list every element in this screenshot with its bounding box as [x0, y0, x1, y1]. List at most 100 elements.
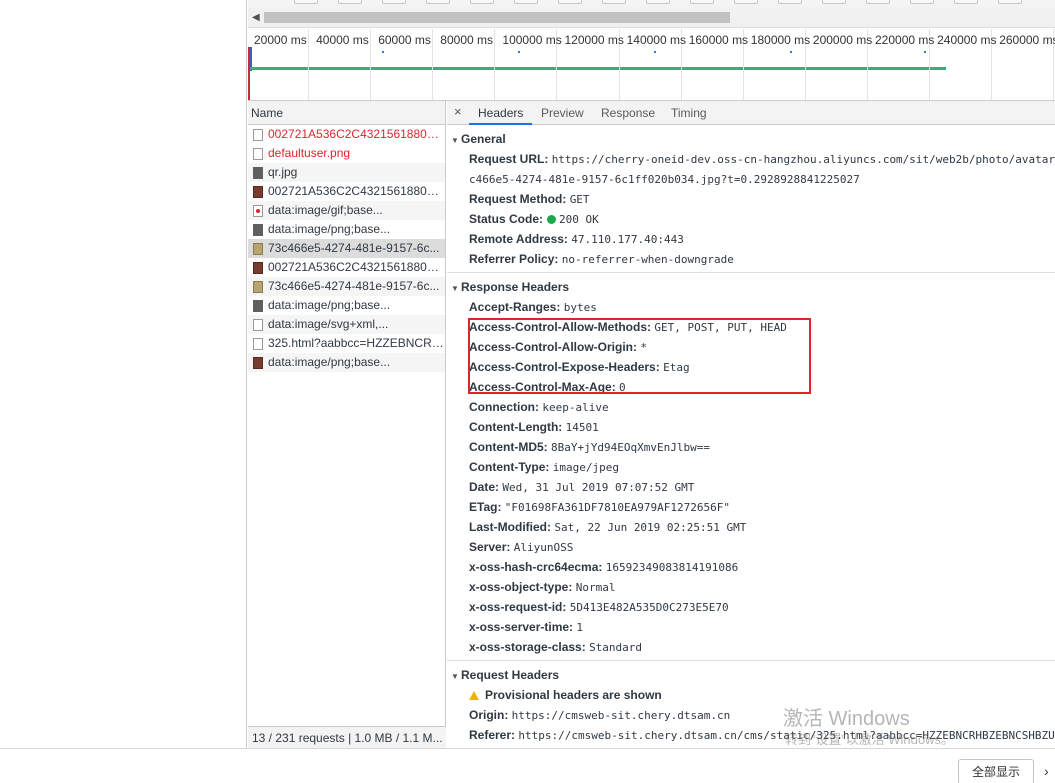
request-name: data:image/svg+xml,... — [268, 317, 389, 331]
scroll-left-arrow-icon[interactable]: ◀ — [252, 12, 260, 23]
header-row: Remote Address: 47.110.177.40:443 — [447, 229, 1055, 249]
toolbar-button[interactable] — [426, 0, 450, 4]
tab-preview[interactable]: Preview — [541, 101, 584, 125]
header-key: Access-Control-Allow-Origin: — [469, 340, 638, 354]
show-all-button[interactable]: 全部显示 — [958, 759, 1034, 783]
header-row: ETag: "F01698FA361DF7810EA979AF1272656F" — [447, 497, 1055, 517]
image-icon — [253, 186, 263, 198]
header-value: https://cmsweb-sit.chery.dtsam.cn — [511, 709, 731, 722]
request-name: data:image/png;base... — [268, 355, 391, 369]
header-key: x-oss-server-time: — [469, 620, 574, 634]
toolbar-button[interactable] — [470, 0, 494, 4]
request-timing-bar — [250, 67, 946, 70]
toolbar-button[interactable] — [910, 0, 934, 4]
toolbar-button[interactable] — [866, 0, 890, 4]
image-icon — [253, 281, 263, 293]
gif-icon — [253, 205, 263, 217]
response-headers-section-title[interactable]: ▼ Response Headers — [447, 277, 1055, 297]
header-value: GET — [569, 193, 590, 206]
header-value: 5D413E482A535D0C273E5E70 — [569, 601, 729, 614]
header-key: Server: — [469, 540, 511, 554]
toolbar-button[interactable] — [954, 0, 978, 4]
detail-tabbar: × Headers Preview Response Timing — [447, 101, 1055, 125]
document-icon — [253, 129, 263, 141]
triangle-down-icon: ▼ — [451, 284, 459, 293]
toolbar-button[interactable] — [514, 0, 538, 4]
image-icon — [253, 357, 263, 369]
toolbar-button[interactable] — [734, 0, 758, 4]
request-row[interactable]: 002721A536C2C432156188015... — [248, 125, 445, 144]
request-row[interactable]: data:image/gif;base... — [248, 201, 445, 220]
image-icon — [253, 243, 263, 255]
header-row: Access-Control-Allow-Origin: * — [447, 337, 1055, 357]
toolbar-button[interactable] — [778, 0, 802, 4]
request-row[interactable]: data:image/png;base... — [248, 296, 445, 315]
chevron-right-icon[interactable]: › — [1044, 763, 1049, 779]
header-key: Request URL: — [469, 152, 549, 166]
request-name: 325.html?aabbcc=HZZEBNCRH... — [268, 336, 445, 350]
close-icon[interactable]: × — [454, 104, 462, 119]
provisional-warning: Provisional headers are shown — [447, 685, 1055, 705]
timeline-tick-label: 60000 ms — [378, 33, 431, 47]
header-row: Accept-Ranges: bytes — [447, 297, 1055, 317]
tab-headers[interactable]: Headers — [469, 101, 533, 125]
header-row: Date: Wed, 31 Jul 2019 07:07:52 GMT — [447, 477, 1055, 497]
scrollbar-thumb[interactable] — [264, 12, 730, 23]
request-summary-footer: 13 / 231 requests | 1.0 MB / 1.1 M... — [248, 726, 446, 748]
toolbar-button[interactable] — [382, 0, 406, 4]
windows-activation-watermark: 激活 Windows — [783, 708, 910, 730]
request-headers-section-title[interactable]: ▼ Request Headers — [447, 665, 1055, 685]
toolbar-button[interactable] — [558, 0, 582, 4]
request-row[interactable]: data:image/png;base... — [248, 220, 445, 239]
request-name: 002721A536C2C432156188015... — [268, 127, 445, 141]
header-row: Access-Control-Allow-Methods: GET, POST,… — [447, 317, 1055, 337]
header-key: x-oss-request-id: — [469, 600, 567, 614]
header-key: Connection: — [469, 400, 539, 414]
toolbar-button[interactable] — [998, 0, 1022, 4]
header-key: Content-Length: — [469, 420, 563, 434]
header-value: AliyunOSS — [513, 541, 574, 554]
header-key: x-oss-storage-class: — [469, 640, 586, 654]
warning-icon — [469, 691, 479, 700]
request-row[interactable]: data:image/png;base... — [248, 353, 445, 372]
toolbar-button[interactable] — [338, 0, 362, 4]
toolbar-button[interactable] — [294, 0, 318, 4]
header-row: x-oss-hash-crc64ecma: 165923490838141910… — [447, 557, 1055, 577]
request-row[interactable]: data:image/svg+xml,... — [248, 315, 445, 334]
header-key: Request Method: — [469, 192, 567, 206]
timeline-tick-label: 200000 ms — [812, 33, 873, 47]
toolbar-button[interactable] — [822, 0, 846, 4]
network-timeline-overview[interactable]: 20000 ms 40000 ms 60000 ms 80000 ms 100000 m… — [248, 29, 1055, 101]
request-row[interactable]: 002721A536C2C432156188015... — [248, 182, 445, 201]
tab-timing[interactable]: Timing — [671, 101, 707, 125]
header-value: Normal — [575, 581, 616, 594]
header-row: Referer: https://cmsweb-sit.chery.dtsam.… — [447, 725, 1055, 745]
request-row[interactable]: qr.jpg — [248, 163, 445, 182]
header-value: keep-alive — [542, 401, 609, 414]
request-row[interactable]: 73c466e5-4274-481e-9157-6c... — [248, 277, 445, 296]
header-row: Content-Length: 14501 — [447, 417, 1055, 437]
header-row: Origin: https://cmsweb-sit.chery.dtsam.c… — [447, 705, 1055, 725]
image-icon — [253, 224, 263, 236]
header-key: Remote Address: — [469, 232, 568, 246]
header-key: Content-Type: — [469, 460, 550, 474]
timeline-dot — [518, 51, 520, 53]
header-key: Referer: — [469, 728, 516, 742]
header-key: Referrer Policy: — [469, 252, 559, 266]
toolbar-button[interactable] — [690, 0, 714, 4]
tab-response[interactable]: Response — [601, 101, 655, 125]
general-section-title[interactable]: ▼ General — [447, 129, 1055, 149]
toolbar-button[interactable] — [646, 0, 670, 4]
timeline-dot — [924, 51, 926, 53]
request-row[interactable]: 002721A536C2C432156188015... — [248, 258, 445, 277]
toolbar-button[interactable] — [602, 0, 626, 4]
section-label: General — [461, 132, 506, 146]
horizontal-scrollbar[interactable]: ◀ — [248, 8, 1055, 28]
name-column-header[interactable]: Name — [248, 101, 445, 125]
request-row-selected[interactable]: 73c466e5-4274-481e-9157-6c... — [248, 239, 445, 258]
header-row: Access-Control-Expose-Headers: Etag — [447, 357, 1055, 377]
request-name: qr.jpg — [268, 165, 298, 179]
request-row[interactable]: defaultuser.png — [248, 144, 445, 163]
request-row[interactable]: 325.html?aabbcc=HZZEBNCRH... — [248, 334, 445, 353]
image-icon — [253, 167, 263, 179]
